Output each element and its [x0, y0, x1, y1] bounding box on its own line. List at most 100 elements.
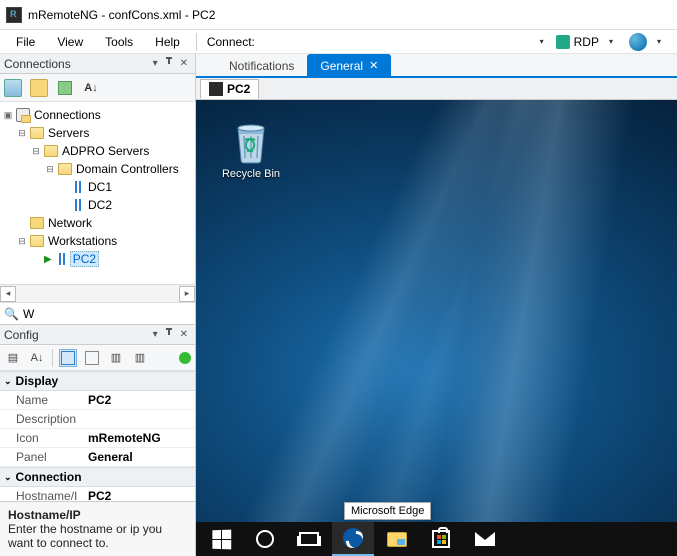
close-icon[interactable]: ✕: [177, 329, 191, 340]
tree-network[interactable]: Network: [46, 216, 94, 230]
quick-connect-dropdown[interactable]: ▾: [534, 37, 550, 46]
tree-root[interactable]: Connections: [32, 108, 103, 122]
tree-servers[interactable]: Servers: [46, 126, 91, 140]
tab-general[interactable]: General✕: [307, 54, 391, 76]
tree-domain-controllers[interactable]: Domain Controllers: [74, 162, 181, 176]
desktop-icon-recycle-bin[interactable]: Recycle Bin: [214, 118, 288, 180]
rdp-icon: [556, 35, 570, 49]
tree-dc2[interactable]: DC2: [86, 198, 114, 212]
cfg-status-icon[interactable]: [179, 352, 191, 364]
menu-separator: [196, 33, 197, 51]
pin-icon[interactable]: [161, 328, 177, 341]
menu-view[interactable]: View: [47, 32, 93, 52]
help-body: Enter the hostname or ip you want to con…: [8, 522, 187, 550]
cfg-categorized-button[interactable]: ▤: [4, 349, 22, 367]
tree-pc2[interactable]: PC2: [70, 251, 99, 267]
prop-icon-value[interactable]: mRemoteNG: [84, 429, 195, 447]
task-view-button[interactable]: [288, 522, 330, 556]
scroll-right-icon[interactable]: ▸: [179, 286, 195, 302]
recycle-bin-icon: [230, 118, 272, 164]
titlebar: mRemoteNG - confCons.xml - PC2: [0, 0, 677, 30]
task-view-icon: [299, 532, 319, 546]
panel-menu-icon[interactable]: ▾: [150, 58, 161, 69]
folder-icon: [30, 127, 44, 139]
start-button[interactable]: [200, 522, 242, 556]
folder-icon: [44, 145, 58, 157]
prop-hostname-label: Hostname/I: [0, 487, 84, 501]
property-help: Hostname/IP Enter the hostname or ip you…: [0, 501, 195, 556]
chevron-down-icon: ▾: [603, 37, 619, 46]
taskbar-store[interactable]: [420, 522, 462, 556]
cfg-default-properties-button[interactable]: ▥: [107, 349, 125, 367]
connection-icon: [72, 180, 84, 194]
protocol-selector[interactable]: RDP ▾: [552, 35, 623, 49]
app-icon: [6, 7, 22, 23]
play-icon: ▶: [44, 254, 52, 265]
prop-icon-label: Icon: [0, 429, 84, 447]
close-icon[interactable]: ✕: [177, 58, 191, 69]
config-panel-header: Config ▾ ✕: [0, 325, 195, 345]
sort-button[interactable]: A↓: [82, 79, 100, 97]
cortana-button[interactable]: [244, 522, 286, 556]
chevron-down-icon: ⌄: [4, 472, 12, 483]
properties-grid[interactable]: ⌄Display NamePC2 Description IconmRemote…: [0, 371, 195, 501]
taskbar-mail[interactable]: [464, 522, 506, 556]
mail-icon: [475, 532, 495, 546]
config-toolbar: ▤ A↓ ▥ ▥: [0, 345, 195, 371]
prop-hostname-value[interactable]: PC2: [84, 487, 195, 501]
remote-desktop-view[interactable]: Recycle Bin Microsoft Edge: [196, 100, 677, 556]
connections-toolbar: A↓: [0, 74, 195, 102]
prop-description-label: Description: [0, 410, 84, 428]
pin-icon[interactable]: [161, 57, 177, 70]
session-tab-pc2[interactable]: PC2: [200, 79, 259, 99]
menu-file[interactable]: File: [6, 32, 45, 52]
file-explorer-icon: [387, 532, 407, 547]
taskbar-edge[interactable]: [332, 522, 374, 556]
tree-hscrollbar[interactable]: ◂ ▸: [0, 284, 195, 302]
cfg-sort-button[interactable]: A↓: [28, 349, 46, 367]
prop-name-value[interactable]: PC2: [84, 391, 195, 409]
globe-icon: [629, 33, 647, 51]
prop-description-value[interactable]: [84, 410, 195, 428]
config-panel-title: Config: [4, 328, 150, 342]
search-icon: 🔍: [4, 307, 19, 321]
menu-tools[interactable]: Tools: [95, 32, 143, 52]
taskbar-explorer[interactable]: [376, 522, 418, 556]
panel-menu-icon[interactable]: ▾: [150, 329, 161, 340]
tree-dc1[interactable]: DC1: [86, 180, 114, 194]
tree-search: 🔍: [0, 302, 195, 324]
cfg-default-inheritance-button[interactable]: ▥: [131, 349, 149, 367]
cortana-icon: [256, 530, 274, 548]
new-connection-button[interactable]: [4, 79, 22, 97]
tab-notifications[interactable]: Notifications: [216, 54, 307, 76]
external-tools-dropdown[interactable]: ▾: [625, 33, 671, 51]
close-icon[interactable]: ✕: [369, 59, 378, 72]
prop-panel-label: Panel: [0, 448, 84, 466]
connections-tree[interactable]: ▣Connections ⊟Servers ⊟ADPRO Servers ⊟Do…: [0, 102, 195, 284]
scroll-left-icon[interactable]: ◂: [0, 286, 16, 302]
prop-panel-value[interactable]: General: [84, 448, 195, 466]
cfg-inheritance-button[interactable]: [83, 349, 101, 367]
search-input[interactable]: [23, 307, 191, 321]
connection-icon: [72, 198, 84, 212]
menu-help[interactable]: Help: [145, 32, 190, 52]
cfg-properties-button[interactable]: [59, 349, 77, 367]
prop-name-label: Name: [0, 391, 84, 409]
session-tabstrip: PC2: [196, 78, 677, 100]
new-folder-button[interactable]: [30, 79, 48, 97]
connections-panel-title: Connections: [4, 57, 150, 71]
help-title: Hostname/IP: [8, 508, 187, 522]
store-icon: [432, 530, 450, 548]
view-mode-button[interactable]: [56, 79, 74, 97]
prop-group-display[interactable]: ⌄Display: [0, 371, 195, 391]
prop-group-connection[interactable]: ⌄Connection: [0, 467, 195, 487]
protocol-label: RDP: [574, 35, 599, 49]
chevron-down-icon: ⌄: [4, 376, 12, 387]
chevron-down-icon: ▾: [651, 37, 667, 46]
tree-adpro[interactable]: ADPRO Servers: [60, 144, 151, 158]
tree-workstations[interactable]: Workstations: [46, 234, 119, 248]
folder-icon: [58, 163, 72, 175]
taskbar-tooltip: Microsoft Edge: [344, 502, 431, 520]
main-tabstrip: Notifications General✕: [196, 54, 677, 78]
edge-icon: [343, 528, 363, 548]
